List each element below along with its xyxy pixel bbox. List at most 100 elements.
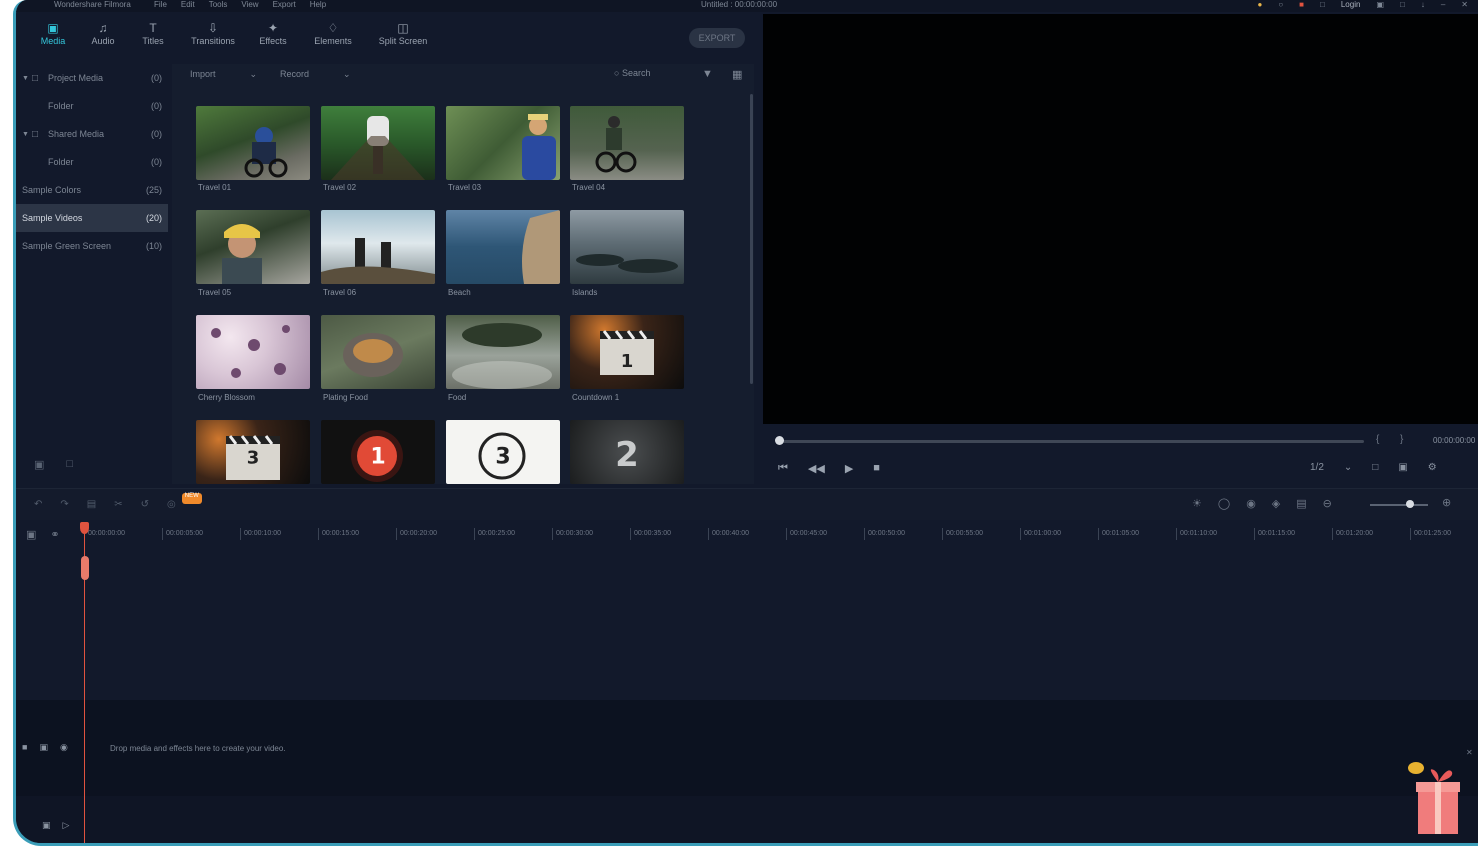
- cut-icon[interactable]: ✂: [114, 499, 122, 510]
- tab-elements[interactable]: ♢ Elements: [298, 20, 368, 56]
- redo-icon[interactable]: ↷: [60, 499, 68, 510]
- bulb-icon[interactable]: ●: [1257, 0, 1262, 9]
- menu-view[interactable]: View: [241, 0, 258, 9]
- rewind-icon[interactable]: ⏮: [778, 462, 788, 475]
- gift-box-icon[interactable]: [1408, 760, 1464, 838]
- settings-icon[interactable]: ⚙: [1428, 462, 1437, 473]
- play-icon[interactable]: ▶: [845, 462, 853, 475]
- media-thumbnail[interactable]: [570, 106, 684, 180]
- layout-icon[interactable]: ▣: [1376, 0, 1384, 9]
- menu-export[interactable]: Export: [273, 0, 296, 9]
- media-thumbnail[interactable]: 1: [321, 420, 435, 484]
- timeline-empty-area[interactable]: [16, 546, 1478, 700]
- login-link[interactable]: Login: [1341, 0, 1361, 9]
- mark-in-icon[interactable]: {: [1376, 434, 1379, 445]
- tree-project-folder[interactable]: Folder (0): [16, 92, 168, 120]
- editor-window: Wondershare Filmora File Edit Tools View…: [13, 0, 1478, 846]
- media-thumbnail[interactable]: [446, 315, 560, 389]
- tab-media[interactable]: ▣ Media: [28, 20, 78, 56]
- media-thumbnail[interactable]: [446, 106, 560, 180]
- media-thumbnail[interactable]: [321, 210, 435, 284]
- tab-split-screen[interactable]: ◫ Split Screen: [368, 20, 438, 56]
- export-button[interactable]: EXPORT: [689, 28, 745, 48]
- stop-icon[interactable]: ■: [873, 462, 880, 475]
- record-dropdown[interactable]: Record ⌄: [280, 69, 351, 80]
- playhead-marker[interactable]: [81, 556, 89, 580]
- tab-titles[interactable]: T Titles: [128, 20, 178, 56]
- lock-icon[interactable]: ▣: [42, 820, 51, 831]
- caret-down-icon[interactable]: ▼: [22, 131, 32, 138]
- import-dropdown[interactable]: Import ⌄: [190, 69, 257, 80]
- tab-label: Split Screen: [378, 36, 428, 46]
- media-thumbnail[interactable]: 3: [196, 420, 310, 484]
- close-gift-icon[interactable]: ✕: [1466, 748, 1473, 757]
- voiceover-icon[interactable]: ◈: [1272, 497, 1280, 510]
- tree-project-media[interactable]: ▼ □ Project Media (0): [16, 64, 168, 92]
- media-thumbnail[interactable]: [196, 106, 310, 180]
- menu-help[interactable]: Help: [310, 0, 326, 9]
- search-box[interactable]: ○ Search: [614, 68, 684, 84]
- tab-audio[interactable]: ♫ Audio: [78, 20, 128, 56]
- zoom-slider-knob[interactable]: [1406, 500, 1414, 508]
- timeline-ruler[interactable]: ▣ ⚭ 00:00:00:00 00:00:05:00 00:00:10:00 …: [16, 522, 1478, 546]
- tree-sample-colors[interactable]: Sample Colors (25): [16, 176, 168, 204]
- link-icon[interactable]: ⚭: [50, 528, 59, 541]
- headset-icon[interactable]: ○: [1278, 0, 1283, 9]
- media-thumbnail[interactable]: [321, 315, 435, 389]
- chevron-down-icon[interactable]: ⌄: [1344, 462, 1352, 473]
- add-track-icon[interactable]: ▣: [26, 528, 36, 541]
- media-thumbnail[interactable]: 1: [570, 315, 684, 389]
- speed-icon[interactable]: ◎: [167, 499, 176, 510]
- grid-view-icon[interactable]: ▦: [732, 68, 742, 81]
- media-thumbnail[interactable]: [570, 210, 684, 284]
- preview-scrubber[interactable]: [778, 440, 1364, 443]
- crop-icon[interactable]: ↺: [141, 499, 149, 510]
- render-icon[interactable]: ☀: [1192, 497, 1202, 510]
- monitor-icon[interactable]: □: [1372, 462, 1378, 473]
- folder-icon[interactable]: □: [66, 458, 73, 471]
- media-thumbnail[interactable]: 3: [446, 420, 560, 484]
- marker-icon[interactable]: ◯: [1218, 497, 1230, 510]
- undo-icon[interactable]: ↶: [34, 499, 42, 510]
- delete-icon[interactable]: ▤: [87, 499, 96, 510]
- media-thumbnail[interactable]: [196, 315, 310, 389]
- tree-sample-green-screen[interactable]: Sample Green Screen (10): [16, 232, 168, 260]
- menu-file[interactable]: File: [154, 0, 167, 9]
- zoom-out-icon[interactable]: ⊖: [1323, 497, 1332, 510]
- new-folder-icon[interactable]: ▣: [34, 458, 44, 471]
- tree-shared-media[interactable]: ▼ □ Shared Media (0): [16, 120, 168, 148]
- save-icon[interactable]: □: [1320, 0, 1325, 9]
- quality-ratio[interactable]: 1/2: [1310, 462, 1324, 473]
- minimize-icon[interactable]: –: [1441, 0, 1445, 9]
- mark-out-icon[interactable]: }: [1400, 434, 1403, 445]
- playhead-handle[interactable]: [80, 522, 89, 534]
- subtitle-icon[interactable]: ▤: [1296, 497, 1306, 510]
- scrubber-knob[interactable]: [775, 436, 784, 445]
- zoom-slider[interactable]: [1370, 504, 1428, 506]
- tab-transitions[interactable]: ⇩ Transitions: [178, 20, 248, 56]
- media-thumbnail[interactable]: [196, 210, 310, 284]
- message-icon[interactable]: □: [1400, 0, 1405, 9]
- mic-icon[interactable]: ◉: [1246, 497, 1256, 510]
- lock-icon[interactable]: ▣: [39, 742, 48, 753]
- close-icon[interactable]: ✕: [1461, 0, 1468, 9]
- caret-down-icon[interactable]: ▼: [22, 75, 32, 82]
- eye-icon[interactable]: ◉: [60, 742, 68, 753]
- media-thumbnail[interactable]: 2: [570, 420, 684, 484]
- media-scrollbar[interactable]: [750, 94, 753, 384]
- step-back-icon[interactable]: ◀◀: [808, 462, 825, 475]
- media-thumbnail[interactable]: [321, 106, 435, 180]
- filter-icon[interactable]: ▼: [702, 68, 713, 80]
- tab-effects[interactable]: ✦ Effects: [248, 20, 298, 56]
- tree-sample-videos[interactable]: Sample Videos (20): [16, 204, 168, 232]
- audio-track[interactable]: ▣ ▷: [16, 796, 1478, 843]
- tree-shared-folder[interactable]: Folder (0): [16, 148, 168, 176]
- menu-edit[interactable]: Edit: [181, 0, 195, 9]
- speaker-icon[interactable]: ▷: [63, 820, 70, 831]
- snapshot-icon[interactable]: ▣: [1398, 462, 1407, 473]
- menu-tools[interactable]: Tools: [209, 0, 228, 9]
- gift-small-icon[interactable]: ■: [1299, 0, 1304, 9]
- zoom-in-icon[interactable]: ⊕: [1442, 496, 1451, 509]
- download-icon[interactable]: ↓: [1421, 0, 1425, 9]
- media-thumbnail[interactable]: [446, 210, 560, 284]
